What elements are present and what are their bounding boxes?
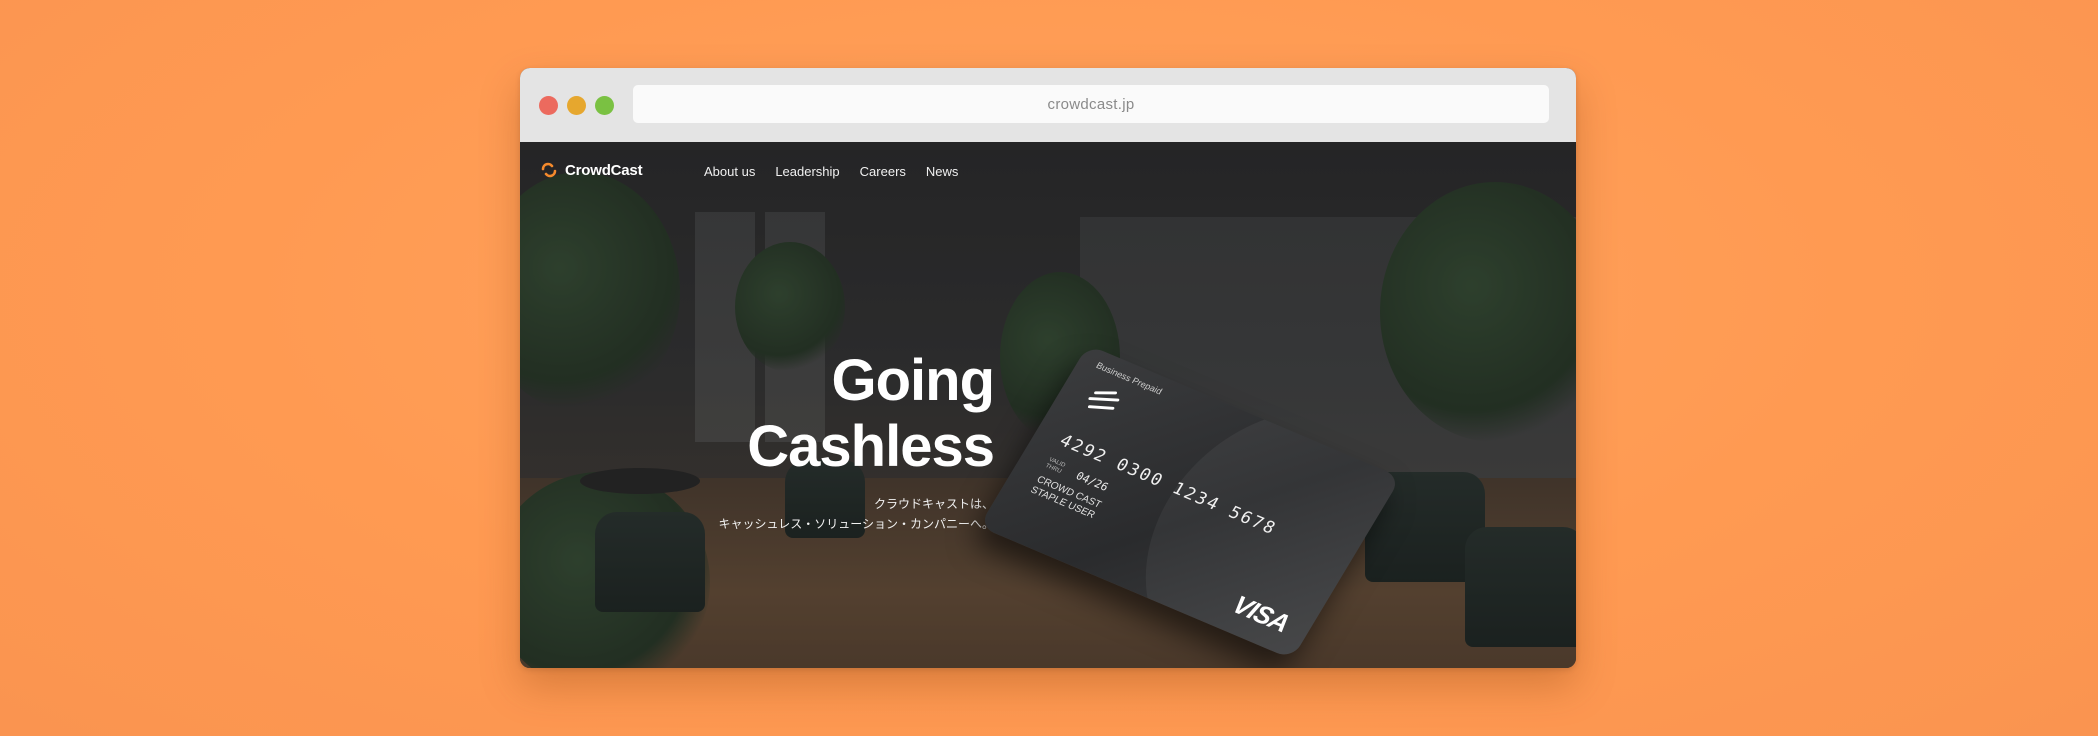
nav-link-careers[interactable]: Careers [860, 164, 906, 179]
hero-headline-line-2: Cashless [747, 414, 995, 479]
site-header: CrowdCast About us Leadership Careers Ne… [520, 142, 1576, 202]
brand-logo[interactable]: CrowdCast [539, 160, 643, 180]
browser-window: crowdcast.jp CrowdCast About us Leadersh… [520, 68, 1576, 668]
nav-link-leadership[interactable]: Leadership [775, 164, 839, 179]
hero-subcopy: クラウドキャストは、 キャッシュレス・ソリューション・カンパニーへ。 [718, 494, 994, 534]
hero-headline: Going Cashless [718, 348, 995, 480]
hero-subcopy-line-1: クラウドキャストは、 [873, 497, 994, 511]
page-viewport: CrowdCast About us Leadership Careers Ne… [520, 142, 1576, 668]
hero-background-photo [520, 142, 1576, 668]
browser-titlebar: crowdcast.jp [520, 68, 1576, 143]
address-bar[interactable]: crowdcast.jp [633, 85, 1549, 123]
crowdcast-logo-icon [541, 162, 557, 178]
minimize-window-button[interactable] [567, 96, 586, 115]
card-s-logo-icon [1087, 391, 1120, 410]
brand-name: CrowdCast [565, 161, 643, 179]
main-nav: About us Leadership Careers News [704, 164, 978, 179]
nav-link-about-us[interactable]: About us [704, 164, 755, 179]
maximize-window-button[interactable] [595, 96, 614, 115]
hero-copy: Going Cashless クラウドキャストは、 キャッシュレス・ソリューショ… [718, 348, 995, 534]
close-window-button[interactable] [539, 96, 558, 115]
hero-headline-line-1: Going [831, 348, 995, 413]
nav-link-news[interactable]: News [926, 164, 959, 179]
hero-subcopy-line-2: キャッシュレス・ソリューション・カンパニーへ。 [718, 517, 994, 531]
card-valid-thru-label: VALID THRU [1043, 456, 1067, 475]
visa-logo: VISA [1227, 589, 1296, 638]
